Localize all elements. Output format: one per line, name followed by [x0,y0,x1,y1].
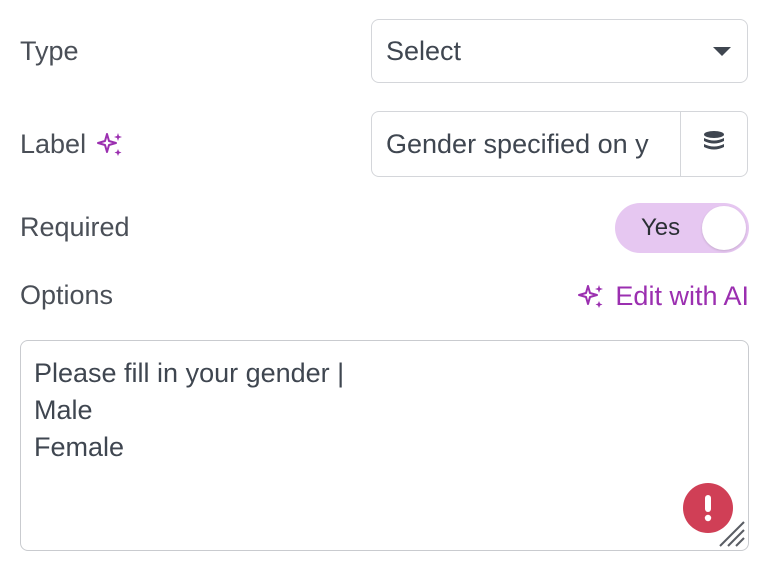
resize-handle-icon[interactable] [708,510,746,548]
sparkle-icon [578,284,604,308]
sparkle-icon[interactable] [96,130,126,160]
label-field-label: Label [20,129,126,160]
type-select-value: Select [386,35,462,66]
option-line: Male [34,395,93,425]
label-text: Label [20,129,87,159]
required-label: Required [20,212,130,242]
type-label: Type [20,36,79,66]
toggle-knob [702,206,746,250]
option-line: Please fill in your gender | [34,358,345,388]
field-settings-panel: Type Select Label Gender specified on y [0,0,772,570]
label-input[interactable]: Gender specified on y [372,112,680,176]
type-select[interactable]: Select [371,19,748,83]
edit-with-ai-button[interactable]: Edit with AI [577,281,749,312]
option-line: Female [34,432,125,462]
options-textarea[interactable]: Please fill in your gender | Male Female [20,340,749,551]
caret-down-icon [713,47,731,56]
label-input-group: Gender specified on y [371,111,748,177]
database-icon [703,130,725,159]
required-toggle[interactable]: Yes [615,203,749,253]
options-label: Options [20,280,114,310]
options-lines: Please fill in your gender | Male Female [34,355,344,466]
edit-with-ai-label: Edit with AI [615,281,749,311]
database-button[interactable] [680,112,747,176]
toggle-text: Yes [641,214,681,241]
